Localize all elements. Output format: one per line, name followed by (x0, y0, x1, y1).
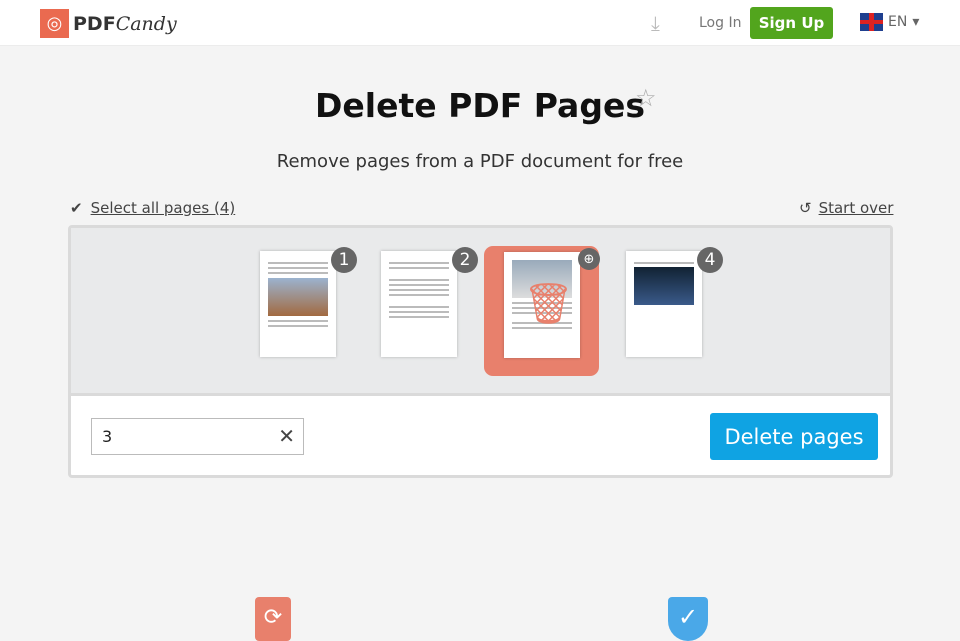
zoom-in-icon[interactable]: ⊕ (578, 248, 600, 270)
page-number-badge: 4 (697, 247, 723, 273)
logo-text-candy: Candy (115, 12, 177, 35)
pages-input-value: 3 (102, 427, 113, 446)
convert-file-icon: ⟳ (255, 597, 291, 641)
page-title: Delete PDF Pages (315, 86, 645, 125)
select-all-link[interactable]: Select all pages (4) (91, 199, 236, 217)
check-icon: ✔ (70, 199, 83, 217)
start-over[interactable]: ↺ Start over (799, 199, 893, 217)
logo-text: PDF (73, 12, 116, 35)
page-thumbnail[interactable] (626, 251, 702, 357)
pages-input[interactable]: 3 ✕ (91, 418, 304, 455)
pages-panel: 🗑 1 2 ⊕ 4 3 ✕ Delete pages (68, 225, 893, 478)
select-all-pages[interactable]: ✔ Select all pages (4) (70, 199, 235, 217)
login-link[interactable]: Log In (699, 15, 741, 31)
reset-icon: ↺ (799, 199, 812, 217)
language-selector[interactable]: EN ▾ (860, 13, 919, 31)
page-thumbnail[interactable] (260, 251, 336, 357)
logo[interactable]: ◎ PDF Candy (40, 9, 177, 38)
header: ◎ PDF Candy ⤓ Log In Sign Up EN ▾ (0, 0, 960, 46)
page-number-badge: 1 (331, 247, 357, 273)
page-thumbnail[interactable] (381, 251, 457, 357)
trash-icon: 🗑 (523, 281, 574, 327)
page-number-badge: 2 (452, 247, 478, 273)
language-label: EN (888, 14, 908, 30)
star-icon[interactable]: ☆ (635, 84, 657, 112)
caret-down-icon: ▾ (912, 14, 920, 30)
shield-check-icon: ✓ (668, 597, 708, 641)
clear-icon[interactable]: ✕ (278, 424, 295, 448)
delete-pages-button[interactable]: Delete pages (710, 413, 878, 460)
lollipop-icon: ◎ (40, 9, 69, 38)
start-over-link[interactable]: Start over (819, 199, 894, 217)
signup-button[interactable]: Sign Up (750, 7, 833, 39)
download-icon[interactable]: ⤓ (651, 11, 660, 35)
page-subtitle: Remove pages from a PDF document for fre… (276, 151, 684, 172)
uk-flag-icon (860, 13, 883, 31)
page-thumbnails: 🗑 1 2 ⊕ 4 (71, 228, 890, 396)
